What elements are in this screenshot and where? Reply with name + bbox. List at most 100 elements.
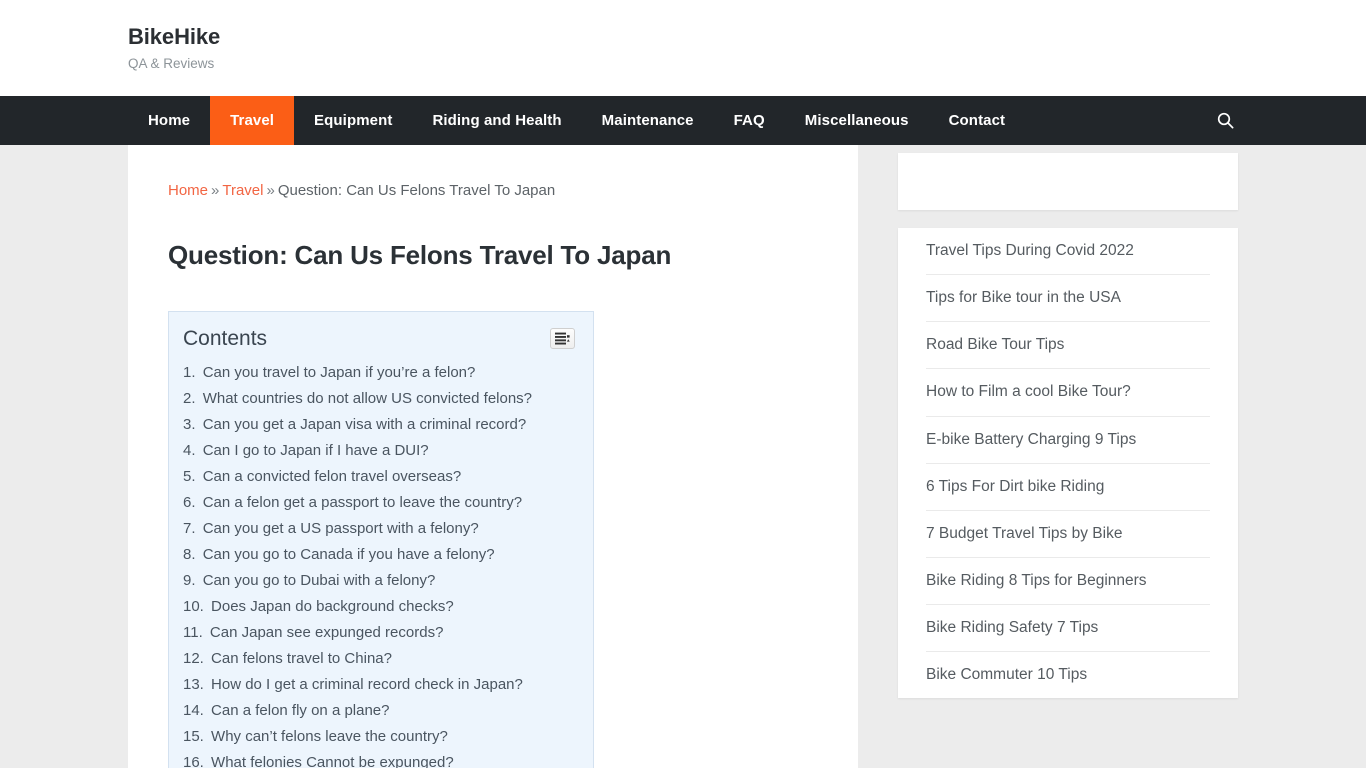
toc-item-number: 12. <box>183 649 204 667</box>
nav-item-faq[interactable]: FAQ <box>714 96 785 145</box>
toc-item-number: 7. <box>183 519 196 537</box>
toc-item[interactable]: 14. Can a felon fly on a plane? <box>183 697 575 723</box>
toc-item[interactable]: 11. Can Japan see expunged records? <box>183 619 575 645</box>
toc-item[interactable]: 8. Can you go to Canada if you have a fe… <box>183 541 575 567</box>
nav-item-home[interactable]: Home <box>128 96 210 145</box>
toc-item[interactable]: 1. Can you travel to Japan if you’re a f… <box>183 359 575 385</box>
nav-item-travel[interactable]: Travel <box>210 96 295 145</box>
recent-posts-list: Travel Tips During Covid 2022 Tips for Bi… <box>898 228 1238 698</box>
toc-item-label: What countries do not allow US convicted… <box>202 389 533 407</box>
list-item: Bike Commuter 10 Tips <box>926 652 1210 698</box>
toc-toggle-button[interactable] <box>550 328 575 349</box>
toc-item-label: Does Japan do background checks? <box>211 597 454 615</box>
toc-item-label: Can you get a US passport with a felony? <box>202 519 479 537</box>
page-wrapper: Home» Travel» Question: Can Us Felons Trav… <box>0 145 1366 768</box>
toc-item-number: 9. <box>183 571 196 589</box>
nav-item-contact[interactable]: Contact <box>929 96 1026 145</box>
toc-item-label: Can you travel to Japan if you’re a felo… <box>202 363 476 381</box>
list-item: 6 Tips For Dirt bike Riding <box>926 464 1210 511</box>
breadcrumb-category-link[interactable]: Travel <box>222 182 263 199</box>
site-title[interactable]: BikeHike <box>128 24 1366 50</box>
list-item: Road Bike Tour Tips <box>926 322 1210 370</box>
toc-item-number: 4. <box>183 441 196 459</box>
toc-item-number: 1. <box>183 363 196 381</box>
table-of-contents: Contents 1. Can you travel to Japan if y… <box>168 311 594 768</box>
sidebar-widget-recent-posts: Travel Tips During Covid 2022 Tips for Bi… <box>898 228 1238 699</box>
toc-item[interactable]: 4. Can I go to Japan if I have a DUI? <box>183 437 575 463</box>
list-item: Tips for Bike tour in the USA <box>926 275 1210 323</box>
toc-item-number: 11. <box>183 623 203 641</box>
toc-item-label: Can a convicted felon travel overseas? <box>202 467 462 485</box>
recent-post-link[interactable]: Tips for Bike tour in the USA <box>926 275 1210 321</box>
main-navigation: Home Travel Equipment Riding and Health Main… <box>0 96 1366 145</box>
toc-item-number: 14. <box>183 701 204 719</box>
recent-post-link[interactable]: E-bike Battery Charging 9 Tips <box>926 417 1210 463</box>
search-toggle-button[interactable] <box>1197 96 1238 145</box>
list-item: Bike Riding 8 Tips for Beginners <box>926 558 1210 606</box>
toc-item-number: 13. <box>183 675 204 693</box>
toc-header: Contents <box>183 326 575 359</box>
sidebar: Travel Tips During Covid 2022 Tips for Bi… <box>898 145 1238 716</box>
recent-post-link[interactable]: Road Bike Tour Tips <box>926 322 1210 368</box>
toc-item[interactable]: 6. Can a felon get a passport to leave t… <box>183 489 575 515</box>
toc-item-number: 10. <box>183 597 204 615</box>
toc-item[interactable]: 9. Can you go to Dubai with a felony? <box>183 567 575 593</box>
toc-item[interactable]: 16. What felonies Cannot be expunged? <box>183 749 575 768</box>
toc-item[interactable]: 15. Why can’t felons leave the country? <box>183 723 575 749</box>
breadcrumb: Home» Travel» Question: Can Us Felons Trav… <box>168 181 818 201</box>
toc-item-number: 5. <box>183 467 196 485</box>
breadcrumb-separator-2: » <box>266 182 275 199</box>
toc-item-number: 6. <box>183 493 196 511</box>
breadcrumb-current: Question: Can Us Felons Travel To Japan <box>277 182 556 199</box>
site-tagline: QA & Reviews <box>128 55 215 71</box>
toc-item-label: How do I get a criminal record check in … <box>211 675 523 693</box>
recent-post-link[interactable]: 7 Budget Travel Tips by Bike <box>926 511 1210 557</box>
toc-item-label: Can you get a Japan visa with a criminal… <box>202 415 527 433</box>
main-content: Home» Travel» Question: Can Us Felons Trav… <box>128 145 858 768</box>
list-item: E-bike Battery Charging 9 Tips <box>926 417 1210 464</box>
toc-item-label: Can a felon get a passport to leave the … <box>202 493 523 511</box>
breadcrumb-separator-1: » <box>211 182 220 199</box>
toc-item[interactable]: 12. Can felons travel to China? <box>183 645 575 671</box>
recent-post-link[interactable]: Travel Tips During Covid 2022 <box>926 228 1210 274</box>
list-toggle-icon <box>555 332 570 345</box>
nav-item-riding-and-health[interactable]: Riding and Health <box>412 96 581 145</box>
recent-post-link[interactable]: Bike Riding Safety 7 Tips <box>926 605 1210 651</box>
site-header: BikeHike QA & Reviews <box>0 0 1366 96</box>
toc-item[interactable]: 2. What countries do not allow US convic… <box>183 385 575 411</box>
toc-item-label: Can Japan see expunged records? <box>209 623 444 641</box>
toc-item[interactable]: 3. Can you get a Japan visa with a crimi… <box>183 411 575 437</box>
nav-item-miscellaneous[interactable]: Miscellaneous <box>785 96 929 145</box>
toc-item-number: 8. <box>183 545 196 563</box>
toc-item-number: 3. <box>183 415 196 433</box>
toc-item[interactable]: 5. Can a convicted felon travel overseas… <box>183 463 575 489</box>
recent-post-link[interactable]: Bike Riding 8 Tips for Beginners <box>926 558 1210 604</box>
toc-item[interactable]: 7. Can you get a US passport with a felo… <box>183 515 575 541</box>
recent-post-link[interactable]: Bike Commuter 10 Tips <box>926 652 1210 698</box>
list-item: Travel Tips During Covid 2022 <box>926 228 1210 276</box>
toc-item-number: 15. <box>183 727 204 745</box>
toc-item-label: Can felons travel to China? <box>211 649 392 667</box>
toc-item-label: Can you go to Dubai with a felony? <box>202 571 436 589</box>
toc-item[interactable]: 10. Does Japan do background checks? <box>183 593 575 619</box>
toc-title: Contents <box>183 327 268 350</box>
toc-item-label: Can you go to Canada if you have a felon… <box>202 545 495 563</box>
toc-item-number: 16. <box>183 753 204 768</box>
nav-item-equipment[interactable]: Equipment <box>294 96 412 145</box>
toc-item-label: Why can’t felons leave the country? <box>211 727 448 745</box>
list-item: 7 Budget Travel Tips by Bike <box>926 511 1210 558</box>
toc-item-label: Can a felon fly on a plane? <box>211 701 390 719</box>
list-item: How to Film a cool Bike Tour? <box>926 369 1210 417</box>
list-item: Bike Riding Safety 7 Tips <box>926 605 1210 653</box>
toc-item[interactable]: 13. How do I get a criminal record check… <box>183 671 575 697</box>
recent-post-link[interactable]: 6 Tips For Dirt bike Riding <box>926 464 1210 510</box>
recent-post-link[interactable]: How to Film a cool Bike Tour? <box>926 369 1210 415</box>
nav-item-maintenance[interactable]: Maintenance <box>582 96 714 145</box>
breadcrumb-home-link[interactable]: Home <box>168 182 208 199</box>
toc-item-number: 2. <box>183 389 196 407</box>
toc-item-label: Can I go to Japan if I have a DUI? <box>202 441 429 459</box>
toc-list: 1. Can you travel to Japan if you’re a f… <box>183 359 575 768</box>
page-title: Question: Can Us Felons Travel To Japan <box>168 239 672 270</box>
search-icon <box>1217 112 1234 129</box>
toc-item-label: What felonies Cannot be expunged? <box>211 753 454 768</box>
